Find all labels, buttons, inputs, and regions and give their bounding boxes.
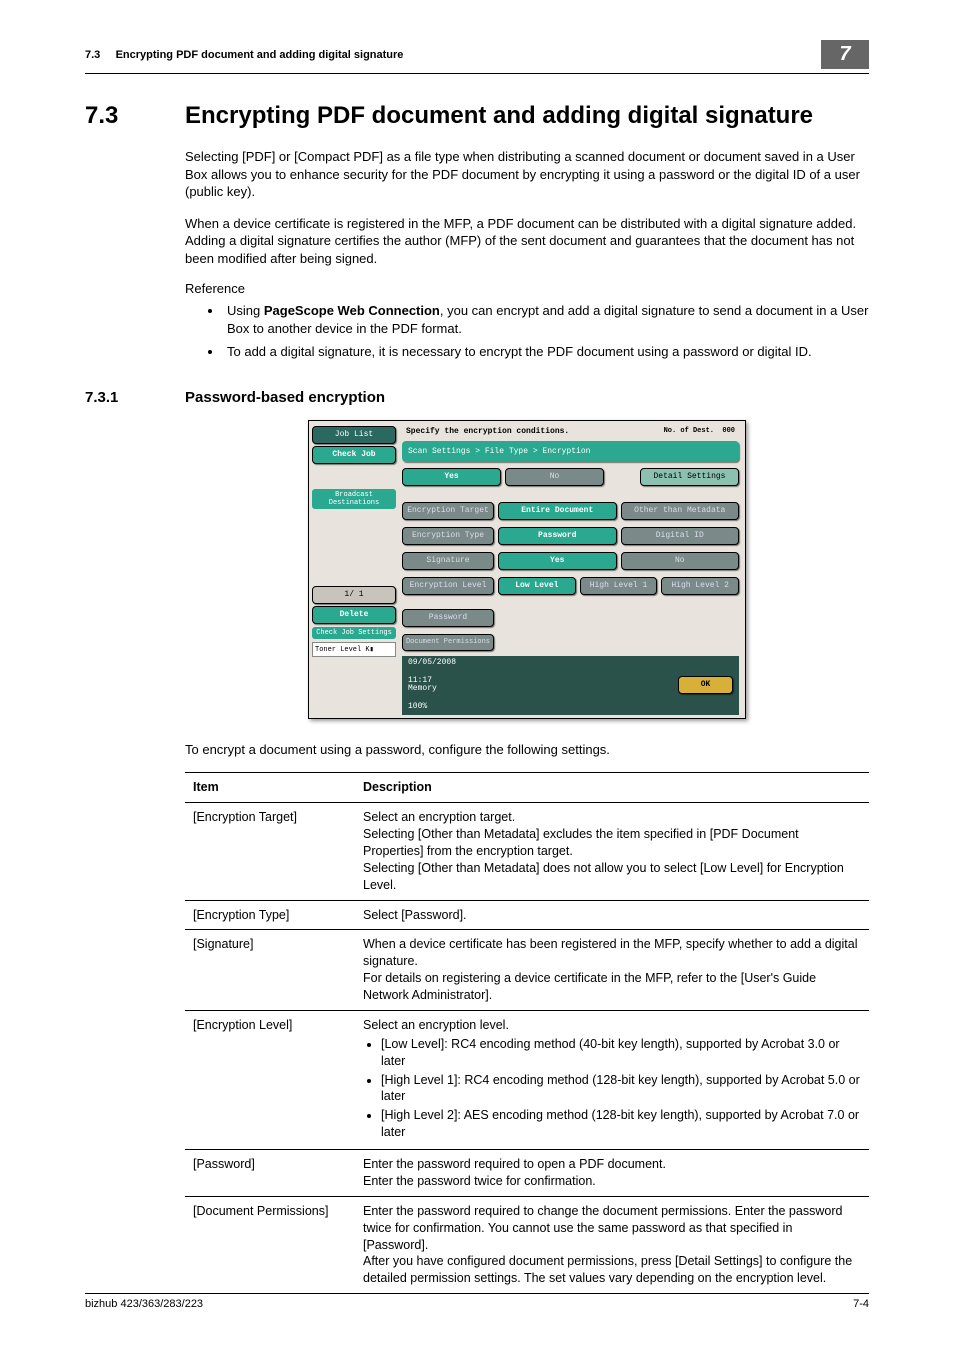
encryption-type-label: Encryption Type — [402, 527, 494, 545]
subsection-heading: 7.3.1 Password-based encryption — [85, 389, 869, 406]
header-text: 7.3 Encrypting PDF document and adding d… — [85, 49, 403, 61]
enc-level-hi2: [High Level 2]: AES encoding method (128… — [381, 1107, 861, 1141]
page-footer: bizhub 423/363/283/223 7-4 — [85, 1293, 869, 1310]
reference-item-1: Using PageScope Web Connection, you can … — [223, 302, 869, 337]
item-encryption-type: [Encryption Type] — [185, 900, 355, 930]
item-password: [Password] — [185, 1150, 355, 1197]
after-panel-text: To encrypt a document using a password, … — [185, 741, 869, 759]
delete-button[interactable]: Delete — [312, 606, 396, 624]
ok-button[interactable]: OK — [678, 676, 733, 694]
item-encryption-level: [Encryption Level] — [185, 1010, 355, 1149]
intro-para-1: Selecting [PDF] or [Compact PDF] as a fi… — [185, 148, 869, 201]
encrypt-yes-button[interactable]: Yes — [402, 468, 501, 486]
status-bar: 09/05/2008 11:17 Memory 100% OK — [402, 656, 739, 715]
desc-encryption-type: Select [Password]. — [355, 900, 869, 930]
status-mem-label: Memory — [408, 685, 456, 694]
signature-yes-button[interactable]: Yes — [498, 552, 617, 570]
chapter-badge: 7 — [821, 40, 869, 69]
entire-document-button[interactable]: Entire Document — [498, 502, 617, 520]
broadcast-destinations-label: Broadcast Destinations — [312, 489, 396, 509]
encrypt-no-button[interactable]: No — [505, 468, 604, 486]
subsection-title: Password-based encryption — [185, 389, 385, 406]
check-job-settings-label[interactable]: Check Job Settings — [312, 627, 396, 639]
other-than-metadata-button[interactable]: Other than Metadata — [621, 502, 740, 520]
item-signature: [Signature] — [185, 930, 355, 1011]
reference-item-2: To add a digital signature, it is necess… — [223, 343, 869, 361]
table-header-desc: Description — [355, 773, 869, 803]
table-row: [Encryption Target] Select an encryption… — [185, 803, 869, 900]
reference-list: Using PageScope Web Connection, you can … — [223, 302, 869, 361]
password-type-button[interactable]: Password — [498, 527, 617, 545]
digital-id-button[interactable]: Digital ID — [621, 527, 740, 545]
section-number: 7.3 — [85, 102, 185, 130]
table-row: [Encryption Type] Select [Password]. — [185, 900, 869, 930]
signature-label: Signature — [402, 552, 494, 570]
footer-model: bizhub 423/363/283/223 — [85, 1298, 203, 1310]
settings-table: Item Description [Encryption Target] Sel… — [185, 772, 869, 1294]
enc-level-hi1: [High Level 1]: RC4 encoding method (128… — [381, 1072, 861, 1106]
password-entry-button[interactable]: Password — [402, 609, 494, 627]
high-level-2-button[interactable]: High Level 2 — [661, 577, 739, 595]
footer-page: 7-4 — [853, 1298, 869, 1310]
status-date: 09/05/2008 — [408, 659, 456, 668]
enc-level-intro: Select an encryption level. — [363, 1018, 509, 1032]
status-mem-pct: 100% — [408, 703, 456, 712]
job-list-button[interactable]: Job List — [312, 426, 396, 444]
encryption-target-label: Encryption Target — [402, 502, 494, 520]
instruction-bar: Specify the encryption conditions. No. o… — [402, 424, 739, 439]
low-level-button[interactable]: Low Level — [498, 577, 576, 595]
item-encryption-target: [Encryption Target] — [185, 803, 355, 900]
desc-encryption-level: Select an encryption level. [Low Level]:… — [355, 1010, 869, 1149]
breadcrumb: Scan Settings > File Type > Encryption — [402, 441, 739, 462]
dest-count: No. of Dest. 000 — [664, 427, 735, 435]
subsection-number: 7.3.1 — [85, 389, 185, 406]
toner-level-indicator: Toner Level K▮ — [312, 642, 396, 657]
document-permissions-button[interactable]: Document Permissions — [402, 634, 494, 651]
ref1-bold: PageScope Web Connection — [264, 303, 440, 318]
header-sect-title: Encrypting PDF document and adding digit… — [116, 49, 404, 61]
mfp-screenshot: Job List Check Job Broadcast Destination… — [185, 420, 869, 719]
page-header: 7.3 Encrypting PDF document and adding d… — [85, 40, 869, 74]
desc-encryption-target: Select an encryption target. Selecting [… — [355, 803, 869, 900]
signature-no-button[interactable]: No — [621, 552, 740, 570]
table-row: [Signature] When a device certificate ha… — [185, 930, 869, 1011]
desc-document-permissions: Enter the password required to change th… — [355, 1196, 869, 1293]
detail-settings-button[interactable]: Detail Settings — [640, 468, 739, 486]
encryption-level-label: Encryption Level — [402, 577, 494, 595]
enc-level-low: [Low Level]: RC4 encoding method (40-bit… — [381, 1036, 861, 1070]
pager-indicator: 1/ 1 — [312, 586, 396, 604]
check-job-button[interactable]: Check Job — [312, 446, 396, 464]
high-level-1-button[interactable]: High Level 1 — [580, 577, 658, 595]
ref1-pre: Using — [227, 303, 264, 318]
instruction-text: Specify the encryption conditions. — [406, 427, 569, 436]
table-row: [Document Permissions] Enter the passwor… — [185, 1196, 869, 1293]
item-document-permissions: [Document Permissions] — [185, 1196, 355, 1293]
table-row: [Password] Enter the password required t… — [185, 1150, 869, 1197]
header-sect-no: 7.3 — [85, 49, 100, 61]
desc-signature: When a device certificate has been regis… — [355, 930, 869, 1011]
table-row: [Encryption Level] Select an encryption … — [185, 1010, 869, 1149]
desc-password: Enter the password required to open a PD… — [355, 1150, 869, 1197]
section-heading: 7.3 Encrypting PDF document and adding d… — [85, 102, 869, 130]
intro-para-2: When a device certificate is registered … — [185, 215, 869, 268]
reference-label: Reference — [185, 281, 869, 296]
table-header-item: Item — [185, 773, 355, 803]
section-title: Encrypting PDF document and adding digit… — [185, 102, 813, 130]
